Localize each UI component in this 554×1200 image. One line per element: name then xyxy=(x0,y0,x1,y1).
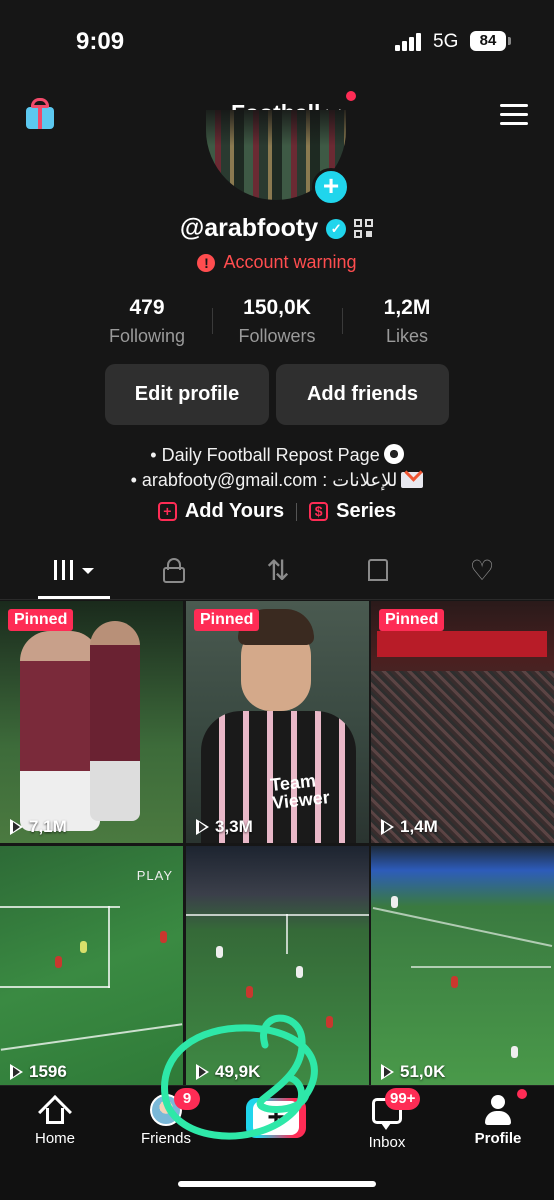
play-icon xyxy=(196,1064,209,1080)
views-text: 49,9K xyxy=(215,1062,261,1081)
views-text: 3,3M xyxy=(215,817,253,836)
series-label: Series xyxy=(336,500,397,522)
video-tile[interactable]: Pinned 7,1M xyxy=(0,601,183,843)
series-link[interactable]: $ Series xyxy=(309,500,396,523)
video-tile[interactable]: PLAY 1596 xyxy=(0,846,183,1088)
nav-label: Profile xyxy=(474,1130,522,1147)
bio-text-2: • arabfooty@gmail.com : للإعلانات xyxy=(130,470,398,490)
status-time: 9:09 xyxy=(76,28,125,55)
stat-value: 479 xyxy=(129,296,165,319)
active-tab-indicator xyxy=(38,596,110,599)
warning-text: Account warning xyxy=(223,252,357,272)
add-icon[interactable]: + xyxy=(312,168,350,206)
envelope-icon xyxy=(401,472,424,488)
heart-icon[interactable]: ♡ xyxy=(462,556,502,586)
nav-home[interactable]: Home xyxy=(10,1094,100,1147)
bio-line-1: • Daily Football Repost Page xyxy=(0,444,554,466)
soccer-ball-icon xyxy=(383,444,404,464)
view-count: 49,9K xyxy=(196,1062,260,1082)
views-text: 1,4M xyxy=(400,817,438,836)
pinned-badge: Pinned xyxy=(194,609,260,631)
views-text: 51,0K xyxy=(400,1062,446,1081)
home-icon xyxy=(38,1094,72,1129)
divider xyxy=(296,502,298,521)
add-yours-icon: + xyxy=(157,502,177,521)
nav-label: Home xyxy=(34,1130,75,1147)
play-overlay-text: PLAY xyxy=(136,868,173,883)
views-text: 1596 xyxy=(29,1062,67,1081)
signal-icon xyxy=(395,33,423,51)
qr-code-icon[interactable] xyxy=(354,218,374,239)
username: @arabfooty xyxy=(179,214,319,242)
play-icon xyxy=(10,819,23,835)
play-icon xyxy=(381,819,394,835)
profile-stats: 479 Following 150,0K Followers 1,2M Like… xyxy=(82,296,472,352)
stat-value: 1,2M xyxy=(383,296,431,319)
verified-icon: ✓ xyxy=(326,218,347,239)
video-tile[interactable]: 51,0K xyxy=(371,846,554,1088)
video-tile[interactable]: 49,9K xyxy=(186,846,369,1088)
bio-text-1: • Daily Football Repost Page xyxy=(150,445,380,465)
view-count: 3,3M xyxy=(196,817,253,837)
view-count: 7,1M xyxy=(10,817,67,837)
stat-value: 150,0K xyxy=(243,296,311,319)
profile-notification-dot xyxy=(517,1089,527,1099)
play-icon xyxy=(196,819,209,835)
add-yours-link[interactable]: + Add Yours xyxy=(157,500,285,523)
menu-icon[interactable] xyxy=(500,104,528,126)
notification-dot xyxy=(346,91,356,101)
battery-icon: 84 xyxy=(470,31,506,51)
stat-label: Following xyxy=(108,326,186,346)
nav-profile[interactable]: Profile xyxy=(453,1094,543,1147)
battery-tip xyxy=(508,37,511,45)
gift-icon[interactable] xyxy=(24,97,56,131)
add-friends-button[interactable]: Add friends xyxy=(276,364,449,425)
series-icon: $ xyxy=(309,502,329,521)
stat-label: Likes xyxy=(385,326,429,346)
username-row: @arabfooty ✓ xyxy=(0,214,554,243)
pinned-badge: Pinned xyxy=(8,609,74,631)
profile-icon xyxy=(482,1094,514,1126)
plus-icon: + xyxy=(253,1101,299,1135)
nav-label: Friends xyxy=(140,1130,192,1147)
view-count: 51,0K xyxy=(381,1062,445,1082)
lock-icon[interactable] xyxy=(156,556,196,586)
account-warning[interactable]: ! Account warning xyxy=(0,252,554,273)
stat-followers[interactable]: 150,0K Followers xyxy=(212,296,342,352)
create-button[interactable]: + xyxy=(246,1098,306,1138)
friends-badge: 9 xyxy=(174,1088,200,1110)
inbox-badge: 99+ xyxy=(385,1088,421,1110)
warning-icon: ! xyxy=(197,253,216,272)
grid-icon[interactable] xyxy=(52,556,94,586)
play-icon xyxy=(10,1064,23,1080)
view-count: 1,4M xyxy=(381,817,438,837)
edit-profile-button[interactable]: Edit profile xyxy=(105,364,269,425)
view-count: 1596 xyxy=(10,1062,67,1082)
nav-label: Inbox xyxy=(368,1134,406,1151)
network-type: 5G xyxy=(433,31,459,52)
pinned-badge: Pinned xyxy=(379,609,445,631)
add-yours-label: Add Yours xyxy=(184,500,285,522)
video-tile[interactable]: Team Viewer Pinned 3,3M xyxy=(186,601,369,843)
home-indicator xyxy=(178,1181,376,1187)
profile-links: + Add Yours $ Series xyxy=(0,500,554,523)
content-tabs: ⇅ ♡ xyxy=(0,548,554,600)
status-bar: 9:09 5G 84 xyxy=(0,0,554,84)
stat-likes[interactable]: 1,2M Likes xyxy=(342,296,472,352)
stat-following[interactable]: 479 Following xyxy=(82,296,212,352)
bio-line-2: • arabfooty@gmail.com : للإعلانات xyxy=(0,470,554,491)
views-text: 7,1M xyxy=(29,817,67,836)
video-tile[interactable]: Pinned 1,4M xyxy=(371,601,554,843)
stat-label: Followers xyxy=(238,326,316,346)
play-icon xyxy=(381,1064,394,1080)
bookmark-icon[interactable] xyxy=(360,556,400,586)
repost-icon[interactable]: ⇅ xyxy=(258,556,298,586)
